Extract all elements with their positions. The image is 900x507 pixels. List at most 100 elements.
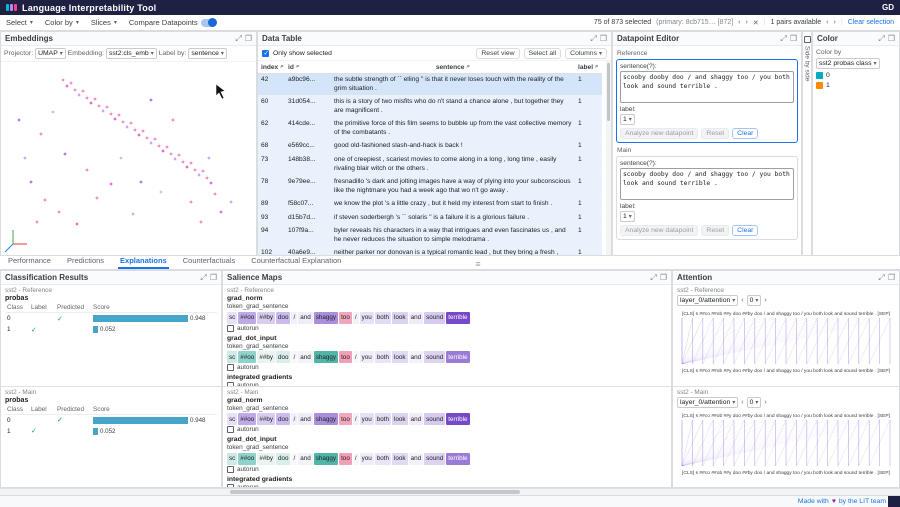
next-head-icon[interactable]: › xyxy=(764,297,766,304)
tab-performance[interactable]: Performance xyxy=(6,254,53,269)
maximize-icon[interactable]: ❐ xyxy=(660,273,667,283)
search-icon[interactable]: ⌕ xyxy=(280,63,284,71)
salience-token[interactable]: shaggy xyxy=(314,453,338,465)
salience-token[interactable]: ##oo xyxy=(238,351,256,363)
salience-token[interactable]: and xyxy=(409,453,424,465)
salience-token[interactable]: sc xyxy=(227,413,237,425)
side-by-side-checkbox[interactable] xyxy=(804,36,811,43)
layer-select[interactable]: layer_0/attention ▾ xyxy=(677,397,738,408)
salience-token[interactable]: / xyxy=(353,312,359,324)
datapoint[interactable] xyxy=(186,166,189,169)
salience-token[interactable]: both xyxy=(375,413,391,425)
maximize-icon[interactable]: ❐ xyxy=(210,273,217,283)
salience-token[interactable]: doo xyxy=(276,453,291,465)
salience-token[interactable]: / xyxy=(291,413,297,425)
salience-token[interactable]: too xyxy=(339,453,352,465)
datapoint[interactable] xyxy=(102,110,105,113)
datapoint[interactable] xyxy=(174,158,177,161)
datapoint[interactable] xyxy=(78,94,81,97)
salience-token[interactable]: and xyxy=(409,413,424,425)
expand-icon[interactable]: ⤢ xyxy=(590,34,596,44)
expand-icon[interactable]: ⤢ xyxy=(878,34,884,44)
datapoint[interactable] xyxy=(52,111,55,114)
autorun-checkbox[interactable] xyxy=(227,382,234,386)
datapoint[interactable] xyxy=(90,102,93,105)
expand-icon[interactable]: ⤢ xyxy=(878,273,884,283)
datapoint[interactable] xyxy=(58,211,61,214)
salience-token[interactable]: sc xyxy=(227,453,237,465)
clear-primary-icon[interactable]: ✕ xyxy=(753,19,759,27)
datapoint[interactable] xyxy=(194,169,197,172)
embedding-select[interactable]: sst2:cls_emb ▾ xyxy=(106,48,157,59)
salience-token[interactable]: sc xyxy=(227,351,237,363)
datapoint[interactable] xyxy=(118,114,121,117)
datapoint[interactable] xyxy=(190,162,193,165)
datapoint[interactable] xyxy=(206,177,209,180)
datapoint[interactable] xyxy=(98,105,101,108)
salience-token[interactable]: you xyxy=(360,453,374,465)
projector-select[interactable]: UMAP ▾ xyxy=(35,48,66,59)
datapoint[interactable] xyxy=(70,82,73,85)
salience-token[interactable]: look xyxy=(392,453,408,465)
clear-button[interactable]: Clear xyxy=(732,225,758,236)
datapoint[interactable] xyxy=(44,199,47,202)
datapoint[interactable] xyxy=(182,161,185,164)
table-row[interactable]: 42a9bc96...the subtle strength of `` ell… xyxy=(258,74,602,96)
col-header-index[interactable]: index⌕ xyxy=(258,61,285,74)
salience-token[interactable]: both xyxy=(375,312,391,324)
salience-token[interactable]: shaggy xyxy=(314,312,338,324)
datapoint[interactable] xyxy=(86,169,89,172)
clear-button[interactable]: Clear xyxy=(732,128,758,139)
datapoint[interactable] xyxy=(110,113,113,116)
datapoint[interactable] xyxy=(40,133,43,136)
horizontal-scrollbar[interactable] xyxy=(0,488,900,495)
next-head-icon[interactable]: › xyxy=(764,399,766,406)
salience-token[interactable]: sound xyxy=(424,453,445,465)
datapoint[interactable] xyxy=(110,183,113,186)
slices-dropdown[interactable]: Slices ▾ xyxy=(91,18,117,27)
maximize-icon[interactable]: ❐ xyxy=(790,34,797,44)
maximize-icon[interactable]: ❐ xyxy=(888,34,895,44)
datapoint[interactable] xyxy=(18,119,21,122)
datapoint[interactable] xyxy=(134,129,137,132)
datapoint[interactable] xyxy=(202,170,205,173)
datapoint[interactable] xyxy=(198,174,201,177)
datapoint[interactable] xyxy=(190,201,193,204)
datapoint[interactable] xyxy=(66,85,69,88)
salience-token[interactable]: ##oo xyxy=(238,453,256,465)
search-icon[interactable]: ⌕ xyxy=(466,63,470,71)
next-datapoint-icon[interactable]: › xyxy=(746,19,748,26)
only-show-selected-checkbox[interactable] xyxy=(262,50,269,57)
reset-view-button[interactable]: Reset view xyxy=(476,48,519,59)
datapoint[interactable] xyxy=(170,153,173,156)
analyze-datapoint-button[interactable]: Analyze new datapoint xyxy=(620,128,698,139)
salience-token[interactable]: and xyxy=(409,312,424,324)
label-by-select[interactable]: sentence ▾ xyxy=(188,48,227,59)
datapoint[interactable] xyxy=(106,106,109,109)
autorun-checkbox[interactable] xyxy=(227,484,234,488)
scatter-canvas[interactable] xyxy=(1,62,256,256)
salience-token[interactable]: and xyxy=(409,351,424,363)
salience-token[interactable]: / xyxy=(353,351,359,363)
sentence-textarea[interactable]: scooby dooby doo / and shaggy too / you … xyxy=(620,168,794,200)
salience-token[interactable]: ##by xyxy=(257,453,275,465)
table-row[interactable]: 789e79ee...fresnadillo 's dark and jolti… xyxy=(258,176,602,198)
datapoint[interactable] xyxy=(132,213,135,216)
salience-token[interactable]: both xyxy=(375,453,391,465)
datapoint[interactable] xyxy=(64,153,67,156)
salience-token[interactable]: both xyxy=(375,351,391,363)
salience-token[interactable]: you xyxy=(360,351,374,363)
select-dropdown[interactable]: Select ▾ xyxy=(6,18,33,27)
datapoint[interactable] xyxy=(154,138,157,141)
datapoint[interactable] xyxy=(96,197,99,200)
datapoint[interactable] xyxy=(214,193,217,196)
table-row[interactable]: 73148b38...one of creepiest , scariest m… xyxy=(258,153,602,175)
datapoint[interactable] xyxy=(122,121,125,124)
analyze-datapoint-button[interactable]: Analyze new datapoint xyxy=(620,225,698,236)
search-icon[interactable]: ⌕ xyxy=(296,63,300,71)
salience-token[interactable]: sc xyxy=(227,312,237,324)
user-avatar[interactable]: GD xyxy=(882,3,894,12)
tab-counterfactuals[interactable]: Counterfactuals xyxy=(181,254,238,269)
datapoint[interactable] xyxy=(74,89,77,92)
salience-token[interactable]: look xyxy=(392,351,408,363)
